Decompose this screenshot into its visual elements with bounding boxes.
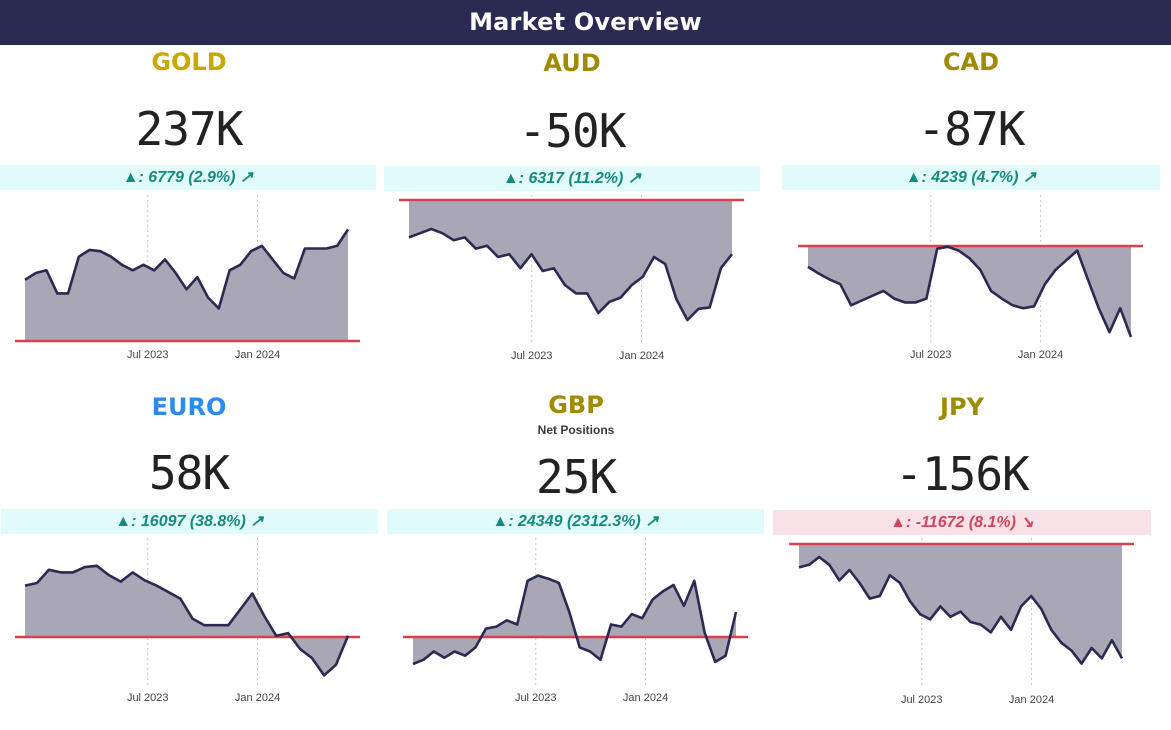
change-indicator: ▲: -11672 (8.1%) ↘ <box>773 510 1151 535</box>
area-chart-jpy: Jul 2023 Jan 2024 <box>789 538 1134 708</box>
x-tick-label: Jul 2023 <box>910 349 952 361</box>
change-indicator: ▲: 6779 (2.9%) ↗ <box>0 165 376 190</box>
area-fill <box>25 565 348 676</box>
kpi-value: 237K <box>135 102 244 156</box>
x-tick-label: Jul 2023 <box>511 350 553 362</box>
panel-title: GBP <box>548 391 604 419</box>
x-tick-label: Jul 2023 <box>127 349 169 361</box>
change-indicator: ▲: 24349 (2312.3%) ↗ <box>387 509 764 534</box>
area-fill <box>409 200 732 320</box>
x-tick-label: Jan 2024 <box>623 692 668 704</box>
area-chart-euro: Jul 2023 Jan 2024 <box>15 538 360 708</box>
area-chart-aud: Jul 2023 Jan 2024 <box>399 195 744 365</box>
area-chart-cad: Jul 2023 Jan 2024 <box>798 195 1143 365</box>
panel-title: EURO <box>151 393 227 421</box>
panel-title: JPY <box>940 393 984 421</box>
chart-svg: Jul 2023 Jan 2024 <box>798 195 1143 361</box>
chart-svg: Jul 2023 Jan 2024 <box>789 538 1134 706</box>
x-tick-label: Jul 2023 <box>901 694 943 706</box>
kpi-value: -87K <box>917 102 1026 156</box>
kpi-value: 25K <box>535 450 617 504</box>
chart-svg: Jul 2023 Jan 2024 <box>399 195 744 362</box>
x-tick-label: Jan 2024 <box>1009 694 1054 706</box>
area-chart-gold: Jul 2023 Jan 2024 <box>15 195 360 365</box>
change-indicator: ▲: 4239 (4.7%) ↗ <box>782 165 1160 190</box>
change-indicator: ▲: 16097 (38.8%) ↗ <box>1 509 378 534</box>
panel-title: GOLD <box>151 48 227 76</box>
chart-svg: Jul 2023 Jan 2024 <box>403 538 748 704</box>
panel-title: AUD <box>543 49 601 77</box>
change-indicator: ▲: 6317 (11.2%) ↗ <box>384 166 760 191</box>
chart-svg: Jul 2023 Jan 2024 <box>15 195 360 361</box>
x-tick-label: Jan 2024 <box>619 350 664 362</box>
kpi-value: -156K <box>895 447 1029 501</box>
x-tick-label: Jul 2023 <box>127 692 169 704</box>
area-fill <box>413 575 736 664</box>
x-tick-label: Jul 2023 <box>515 692 557 704</box>
area-fill <box>25 229 348 341</box>
panel-subtitle: Net Positions <box>537 423 615 437</box>
area-fill <box>799 544 1122 664</box>
kpi-value: 58K <box>148 446 230 500</box>
x-tick-label: Jan 2024 <box>1018 349 1063 361</box>
x-tick-label: Jan 2024 <box>235 349 280 361</box>
chart-svg: Jul 2023 Jan 2024 <box>15 538 360 704</box>
title-bar: Market Overview <box>0 0 1171 45</box>
kpi-value: -50K <box>518 104 627 158</box>
area-chart-gbp: Jul 2023 Jan 2024 <box>403 538 748 708</box>
panel-title: CAD <box>942 48 1000 76</box>
page-title: Market Overview <box>469 8 702 36</box>
x-tick-label: Jan 2024 <box>235 692 280 704</box>
